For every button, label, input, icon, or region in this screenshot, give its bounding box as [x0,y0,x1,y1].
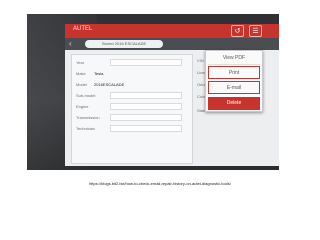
print-menu-item[interactable]: Print [208,66,260,79]
delete-menu-item[interactable]: Delete [208,97,260,110]
context-menu: View PDF Print E-mail Delete [205,50,263,112]
form-row-transmission: Transmission [76,113,186,122]
source-caption: https://blogs.bit2.biz/how-to-check-emai… [89,181,231,186]
form-row-make: Make Tesla [76,69,186,78]
field-label: Sub-model [76,93,96,98]
vehicle-info-panel: Year Make Tesla Model 2016ESCALADE Sub-m… [71,54,193,164]
make-value[interactable]: Tesla [94,69,103,78]
form-row-model: Model 2016ESCALADE [76,80,186,89]
field-label: Make [76,71,86,76]
form-row-submodel: Sub-model [76,91,186,100]
form-row-technician: Technician [76,124,186,133]
view-pdf-menu-item[interactable]: View PDF [208,52,260,65]
field-label: VIN [197,58,204,63]
share-icon[interactable]: ↺ [231,25,244,37]
submodel-field[interactable] [110,92,182,99]
top-toolbar: AUTEL ↺ ☰ [65,24,279,38]
engine-field[interactable] [110,103,182,110]
model-value[interactable]: 2016ESCALADE [94,80,124,89]
field-label: Technician [76,126,95,131]
title-bar: ‹ Stored 2016 ESCALADE [65,38,279,50]
back-arrow-icon[interactable]: ‹ [69,39,72,48]
field-label: Transmission [76,115,100,120]
form-row-engine: Engine [76,102,186,111]
field-label: Engine [76,104,89,109]
device-photo: AUTEL ↺ ☰ ‹ Stored 2016 ESCALADE Year Ma… [27,14,279,170]
year-field[interactable] [110,59,182,66]
brand-logo: AUTEL [73,26,93,32]
form-row-year: Year [76,58,186,67]
settings-icon[interactable]: ☰ [249,25,262,37]
page-title: Stored 2016 ESCALADE [85,40,163,48]
transmission-field[interactable] [110,114,182,121]
field-label: Model [76,82,87,87]
technician-field[interactable] [110,125,182,132]
email-menu-item[interactable]: E-mail [208,81,260,94]
field-label: Year [76,60,85,65]
